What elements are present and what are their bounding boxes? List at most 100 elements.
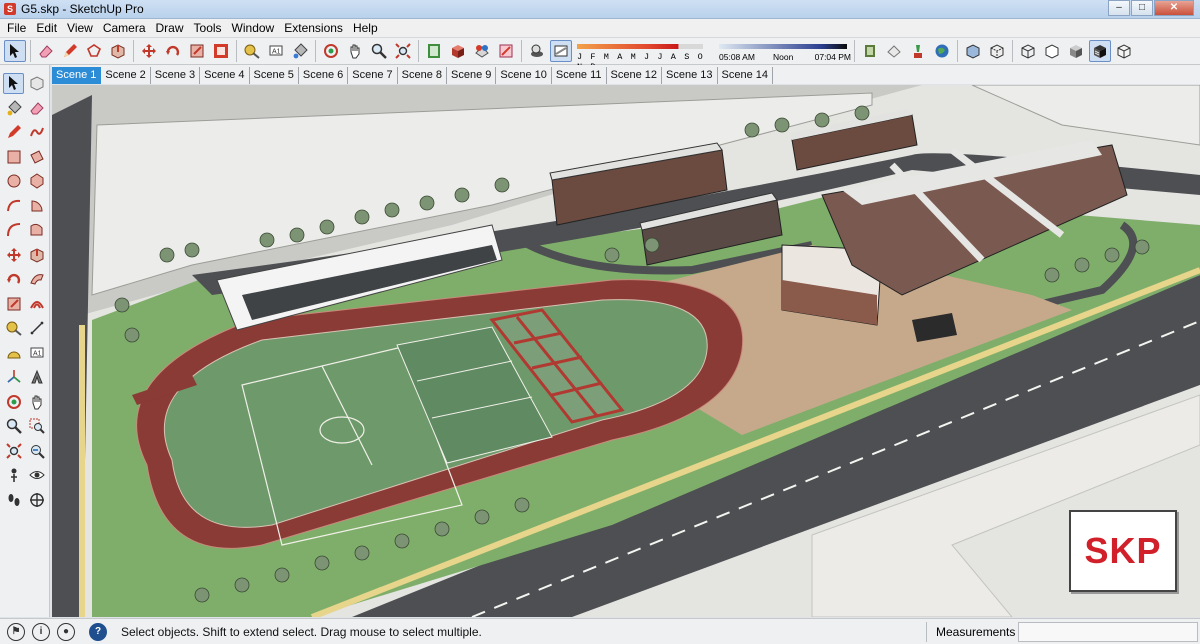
hidden-line-icon[interactable] [1041, 40, 1063, 62]
menu-draw[interactable]: Draw [151, 19, 189, 37]
materials-icon[interactable] [471, 40, 493, 62]
user-icon[interactable]: ● [57, 622, 75, 641]
menu-file[interactable]: File [2, 19, 31, 37]
tape-measure-icon[interactable] [3, 318, 24, 339]
push-pull-icon[interactable] [26, 244, 47, 265]
move-icon[interactable] [138, 40, 160, 62]
rotated-rectangle-icon[interactable] [26, 146, 47, 167]
move-icon[interactable] [3, 244, 24, 265]
text-icon[interactable]: A1 [265, 40, 287, 62]
tab-scene-4[interactable]: Scene 4 [200, 67, 250, 84]
pencil-line-icon[interactable] [59, 40, 81, 62]
tab-scene-8[interactable]: Scene 8 [398, 67, 447, 84]
3d-text-icon[interactable] [26, 367, 47, 388]
orbit-icon[interactable] [3, 391, 24, 412]
select-icon[interactable] [3, 72, 24, 94]
tab-scene-14[interactable]: Scene 14 [718, 67, 773, 84]
pan-icon[interactable] [26, 391, 47, 412]
text-icon[interactable]: A1 [26, 342, 47, 363]
tab-scene-13[interactable]: Scene 13 [662, 67, 718, 84]
shadow-date-slider[interactable]: J F M A M J J A S O N D [577, 39, 709, 72]
select-icon[interactable] [4, 40, 26, 62]
shapes-icon[interactable] [83, 40, 105, 62]
arc-icon[interactable] [3, 195, 24, 216]
close-button[interactable]: ✕ [1154, 0, 1194, 16]
3d-warehouse-icon[interactable] [859, 40, 881, 62]
menu-window[interactable]: Window [227, 19, 280, 37]
previous-view-icon[interactable] [26, 440, 47, 461]
orbit-icon[interactable] [320, 40, 342, 62]
measurements-input[interactable] [1018, 622, 1198, 642]
offset-icon[interactable] [26, 293, 47, 314]
menu-view[interactable]: View [62, 19, 98, 37]
credits-icon[interactable]: i [32, 622, 50, 641]
shadow-time-slider[interactable]: 05:08 AM Noon 07:04 PM [719, 39, 851, 63]
shadows-icon[interactable] [526, 40, 548, 62]
sketchup-app-icon[interactable]: S [4, 3, 16, 15]
model-info-icon[interactable] [423, 40, 445, 62]
circle-icon[interactable] [3, 171, 24, 192]
position-camera-icon[interactable] [3, 465, 24, 486]
tab-scene-3[interactable]: Scene 3 [151, 67, 201, 84]
tab-scene-9[interactable]: Scene 9 [447, 67, 497, 84]
tab-scene-2[interactable]: Scene 2 [101, 67, 151, 84]
scale-icon[interactable] [3, 293, 24, 314]
rectangle-icon[interactable] [3, 146, 24, 167]
month-slider-track[interactable] [577, 44, 703, 49]
geo-location-icon[interactable] [931, 40, 953, 62]
look-around-icon[interactable] [26, 465, 47, 486]
xray-icon[interactable] [962, 40, 984, 62]
time-slider-track[interactable] [719, 44, 847, 49]
tab-scene-12[interactable]: Scene 12 [607, 67, 663, 84]
push-pull-icon[interactable] [107, 40, 129, 62]
help-icon[interactable]: ? [89, 622, 107, 641]
protractor-icon[interactable] [3, 342, 24, 363]
tab-scene-10[interactable]: Scene 10 [496, 67, 552, 84]
eraser-icon[interactable] [35, 40, 57, 62]
tab-scene-5[interactable]: Scene 5 [250, 67, 299, 84]
zoom-icon[interactable] [3, 416, 24, 437]
two-point-arc-icon[interactable] [3, 220, 24, 241]
scale-icon[interactable] [186, 40, 208, 62]
rotate-icon[interactable] [3, 269, 24, 290]
menu-help[interactable]: Help [348, 19, 383, 37]
zoom-extents-icon[interactable] [392, 40, 414, 62]
eraser-icon[interactable] [26, 97, 47, 118]
offset-icon[interactable] [210, 40, 232, 62]
fog-icon[interactable] [550, 40, 572, 62]
rotate-icon[interactable] [162, 40, 184, 62]
pie-icon[interactable] [26, 195, 47, 216]
extension-warehouse-icon[interactable] [883, 40, 905, 62]
components-icon[interactable] [447, 40, 469, 62]
pan-icon[interactable] [344, 40, 366, 62]
styles-icon[interactable] [495, 40, 517, 62]
zoom-window-icon[interactable] [26, 416, 47, 437]
three-point-arc-icon[interactable] [26, 220, 47, 241]
menu-edit[interactable]: Edit [31, 19, 62, 37]
monochrome-icon[interactable] [1113, 40, 1135, 62]
line-icon[interactable] [3, 122, 24, 143]
maximize-button[interactable]: □ [1131, 0, 1153, 16]
model-viewport[interactable]: SKP [52, 85, 1200, 617]
wireframe-icon[interactable] [1017, 40, 1039, 62]
section-plane-icon[interactable] [26, 489, 47, 510]
axes-icon[interactable] [3, 367, 24, 388]
geo-location-icon[interactable]: ⚑ [7, 622, 25, 641]
tab-scene-7[interactable]: Scene 7 [348, 67, 398, 84]
menu-extensions[interactable]: Extensions [279, 19, 348, 37]
polygon-icon[interactable] [26, 171, 47, 192]
tab-scene-11[interactable]: Scene 11 [552, 67, 607, 84]
shaded-icon[interactable] [1065, 40, 1087, 62]
layout-icon[interactable] [907, 40, 929, 62]
paint-bucket-icon[interactable] [3, 97, 24, 118]
tape-measure-icon[interactable] [241, 40, 263, 62]
minimize-button[interactable]: – [1108, 0, 1130, 16]
back-edges-icon[interactable] [986, 40, 1008, 62]
dimension-icon[interactable] [26, 318, 47, 339]
component-icon[interactable] [26, 73, 47, 94]
shaded-textures-icon[interactable] [1089, 40, 1111, 62]
walk-icon[interactable] [3, 489, 24, 510]
paint-bucket-icon[interactable] [289, 40, 311, 62]
tab-scene-1[interactable]: Scene 1 [52, 67, 102, 84]
menu-camera[interactable]: Camera [98, 19, 151, 37]
